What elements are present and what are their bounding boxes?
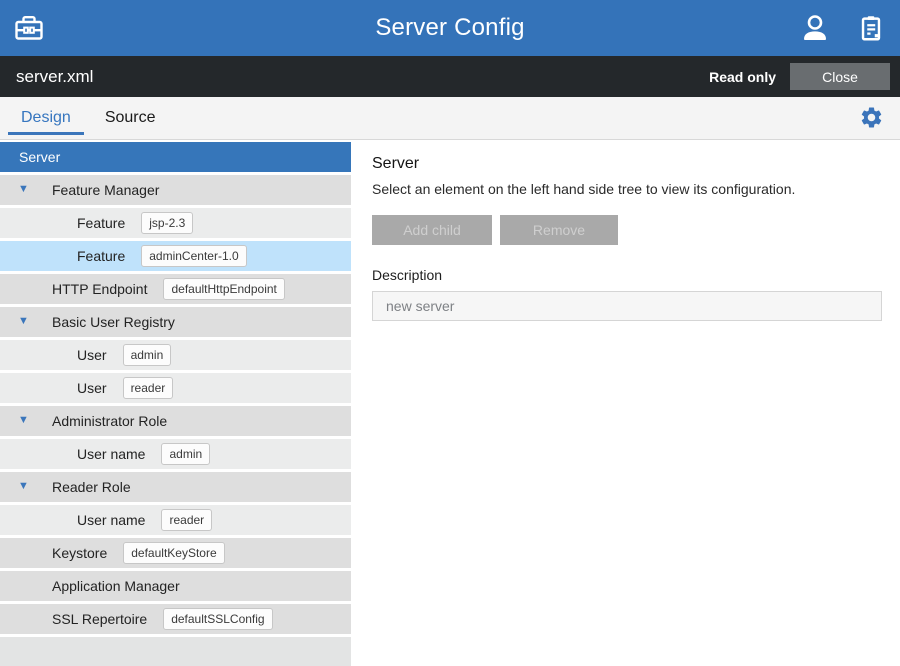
tree-row[interactable]: User reader	[0, 373, 351, 403]
read-only-label: Read only	[709, 69, 776, 85]
main-content: Server ▼ Feature Manager Feature jsp-2.3…	[0, 140, 900, 666]
tree-row-label: User name	[0, 446, 145, 462]
tree-row[interactable]: User name reader	[0, 505, 351, 535]
app-title: Server Config	[0, 14, 900, 42]
tree-row-label: Feature	[0, 215, 125, 231]
tree-row-badge: defaultHttpEndpoint	[163, 278, 284, 300]
description-input[interactable]: new server	[372, 291, 882, 321]
expander-icon[interactable]: ▼	[18, 481, 29, 492]
tree-row[interactable]: Feature jsp-2.3	[0, 208, 351, 238]
app-header: Server Config	[0, 0, 900, 56]
close-button[interactable]: Close	[790, 63, 890, 90]
filename: server.xml	[16, 67, 93, 87]
description-label: Description	[372, 267, 882, 283]
expander-icon[interactable]: ▼	[18, 415, 29, 426]
detail-panel: Server Select an element on the left han…	[351, 140, 900, 666]
user-icon[interactable]	[798, 11, 832, 45]
tree-row[interactable]: ▼ Feature Manager	[0, 175, 351, 205]
clipboard-icon[interactable]	[854, 11, 888, 45]
tree-row[interactable]: HTTP Endpoint defaultHttpEndpoint	[0, 274, 351, 304]
tab-design[interactable]: Design	[8, 97, 84, 139]
settings-gear-icon[interactable]	[856, 102, 886, 132]
tree-row-badge: admin	[123, 344, 172, 366]
tree-row-label: Server	[0, 149, 60, 165]
add-child-button[interactable]: Add child	[372, 215, 492, 245]
expander-icon[interactable]: ▼	[18, 184, 29, 195]
tree-row-label: Keystore	[0, 545, 107, 561]
tree-row[interactable]: Server	[0, 142, 351, 172]
tree-row-label: User	[0, 380, 107, 396]
tree-row[interactable]: User name admin	[0, 439, 351, 469]
tree-row-label: Feature	[0, 248, 125, 264]
tree-row-label: HTTP Endpoint	[0, 281, 147, 297]
tree-row[interactable]: ▼ Administrator Role	[0, 406, 351, 436]
tree-row[interactable]: ▼ Basic User Registry	[0, 307, 351, 337]
tree-row-badge: jsp-2.3	[141, 212, 193, 234]
tree-row[interactable]: Feature adminCenter-1.0	[0, 241, 351, 271]
tree-row[interactable]: ▼ Reader Role	[0, 472, 351, 502]
server-config-app: Server Config server.xml Read only	[0, 0, 900, 666]
tree-row-label: User	[0, 347, 107, 363]
detail-instruction: Select an element on the left hand side …	[372, 181, 882, 197]
tree-row-badge: admin	[161, 443, 210, 465]
tree-row-badge: defaultKeyStore	[123, 542, 224, 564]
tree-row-badge: defaultSSLConfig	[163, 608, 272, 630]
tree-row[interactable]: User admin	[0, 340, 351, 370]
tree-row[interactable]: SSL Repertoire defaultSSLConfig	[0, 604, 351, 634]
tree-row-label: SSL Repertoire	[0, 611, 147, 627]
tree-row-badge: reader	[123, 377, 174, 399]
file-bar: server.xml Read only Close	[0, 56, 900, 97]
tree-row-badge: reader	[161, 509, 212, 531]
tree-row[interactable]: Application Manager	[0, 571, 351, 601]
tree-row-badge: adminCenter-1.0	[141, 245, 246, 267]
tree-row[interactable]: Keystore defaultKeyStore	[0, 538, 351, 568]
remove-button[interactable]: Remove	[500, 215, 618, 245]
tree-row-label: User name	[0, 512, 145, 528]
expander-icon[interactable]: ▼	[18, 316, 29, 327]
tree-row-label: Application Manager	[0, 578, 180, 594]
tab-source[interactable]: Source	[92, 97, 169, 139]
tree-empty-area	[0, 637, 351, 666]
detail-title: Server	[372, 155, 882, 173]
tab-bar: Design Source	[0, 97, 900, 140]
config-tree: Server ▼ Feature Manager Feature jsp-2.3…	[0, 140, 351, 666]
